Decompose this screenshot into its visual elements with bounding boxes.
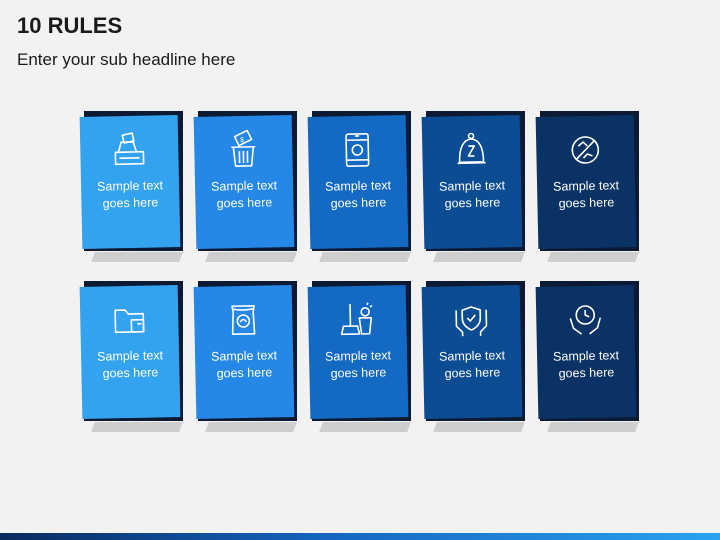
rule-card-5[interactable]: Sample text goes here (535, 111, 641, 262)
card-text-line1: Sample text (324, 348, 392, 364)
card-text-line2: goes here (330, 195, 387, 211)
rule-card-4[interactable]: Sample text goes here (421, 111, 527, 262)
toxic-barrel-icon (337, 130, 378, 171)
card-text-line2: goes here (558, 365, 615, 381)
card-text-line1: Sample text (210, 348, 278, 364)
rule-card-face: Sample text goes here (79, 114, 181, 250)
cleaning-tools-icon (337, 300, 378, 341)
rule-card-9[interactable]: Sample text goes here (421, 281, 527, 432)
card-text-line1: Sample text (96, 348, 164, 364)
folder-icon (109, 300, 150, 341)
rule-card-face: Sample text goes here (307, 114, 409, 250)
rule-card-face: Sample text goes here (193, 284, 295, 420)
card-text-line1: Sample text (552, 178, 620, 194)
rule-card-face: Sample text goes here (421, 114, 523, 250)
protect-hands-icon (451, 300, 492, 341)
card-text-line2: goes here (444, 195, 501, 211)
card-text-line1: Sample text (96, 178, 164, 194)
card-text-line2: goes here (558, 195, 615, 211)
time-hands-icon (565, 300, 606, 341)
card-text-line2: goes here (102, 365, 159, 381)
sleeping-bell-icon (451, 130, 492, 171)
card-text-line1: Sample text (324, 178, 392, 194)
card-text-line1: Sample text (438, 178, 506, 194)
seed-bag-icon (223, 300, 264, 341)
rule-card-face: Sample text goes here (421, 284, 523, 420)
cash-register-icon (109, 130, 150, 171)
rule-card-face: $ Sample text goes here (193, 114, 295, 250)
rules-grid: Sample text goes here $ Sample text goes h… (0, 0, 720, 540)
rule-card-face: Sample text goes here (79, 284, 181, 420)
rule-card-face: Sample text goes here (535, 284, 637, 420)
no-bullying-icon (565, 130, 606, 171)
rule-card-2[interactable]: $ Sample text goes here (193, 111, 299, 262)
rule-card-7[interactable]: Sample text goes here (193, 281, 299, 432)
card-text-line2: goes here (216, 195, 273, 211)
card-text-line2: goes here (330, 365, 387, 381)
rule-card-3[interactable]: Sample text goes here (307, 111, 413, 262)
card-text-line2: goes here (444, 365, 501, 381)
card-text-line2: goes here (102, 195, 159, 211)
footer-bar (0, 533, 720, 540)
svg-text:$: $ (240, 137, 244, 144)
card-text-line1: Sample text (552, 348, 620, 364)
card-text-line1: Sample text (210, 178, 278, 194)
rule-card-face: Sample text goes here (535, 114, 637, 250)
rule-card-face: Sample text goes here (307, 284, 409, 420)
rule-card-10[interactable]: Sample text goes here (535, 281, 641, 432)
rule-card-1[interactable]: Sample text goes here (79, 111, 185, 262)
rule-card-6[interactable]: Sample text goes here (79, 281, 185, 432)
card-text-line2: goes here (216, 365, 273, 381)
card-text-line1: Sample text (438, 348, 506, 364)
rule-card-8[interactable]: Sample text goes here (307, 281, 413, 432)
money-trash-icon: $ (223, 129, 264, 171)
